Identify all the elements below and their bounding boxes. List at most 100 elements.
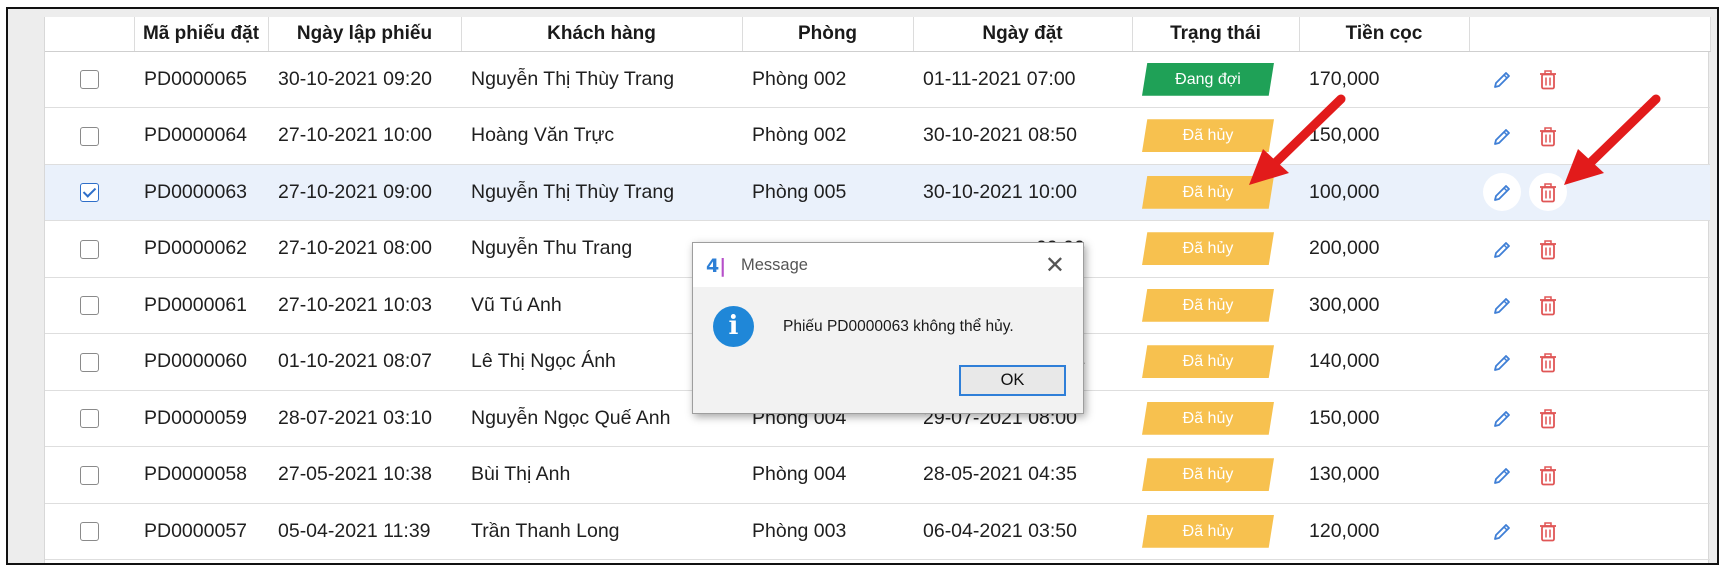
status-badge: Đã hủy: [1142, 288, 1274, 322]
actions-cell: [1469, 277, 1710, 334]
header-select: [45, 17, 135, 52]
trash-icon[interactable]: [1529, 230, 1567, 268]
trash-icon[interactable]: [1529, 456, 1567, 494]
trash-icon[interactable]: [1529, 399, 1567, 437]
status-cell: Đã hủy: [1132, 333, 1299, 391]
booking-id-cell: PD0000065: [134, 51, 268, 108]
trash-icon[interactable]: [1529, 286, 1567, 324]
deposit-cell: 140,000: [1299, 333, 1469, 391]
deposit-cell: 120,000: [1299, 503, 1469, 560]
row-checkbox[interactable]: [80, 409, 99, 429]
created-date-cell: 27-05-2021 10:38: [268, 446, 461, 504]
created-date-cell: 27-10-2021 09:00: [268, 164, 461, 221]
row-select-cell: [45, 503, 134, 560]
deposit-cell: 200,000: [1299, 220, 1469, 278]
booking-date-cell: 28-05-2021 04:35: [913, 446, 1132, 504]
status-cell: Đã hủy: [1132, 390, 1299, 447]
booking-id-cell: PD0000060: [134, 333, 268, 391]
created-date-cell: 27-10-2021 10:00: [268, 107, 461, 165]
status-cell: Đã hủy: [1132, 446, 1299, 504]
status-badge: Đã hủy: [1142, 232, 1274, 266]
table-row[interactable]: PD0000058 27-05-2021 10:38 Bùi Thị Anh Phòn…: [45, 446, 1710, 504]
row-select-cell: [45, 446, 134, 504]
actions-cell: [1469, 333, 1710, 391]
row-select-cell: [45, 51, 134, 108]
row-checkbox[interactable]: [80, 352, 99, 372]
room-cell: Phòng 005: [742, 164, 913, 221]
header-booking-id[interactable]: Mã phiếu đặt: [134, 17, 269, 52]
row-select-cell: [45, 333, 134, 391]
booking-id-cell: PD0000064: [134, 107, 268, 165]
trash-icon[interactable]: [1529, 512, 1567, 550]
ok-button[interactable]: OK: [959, 365, 1066, 396]
row-select-cell: [45, 220, 134, 278]
room-cell: Phòng 002: [742, 107, 913, 165]
header-room[interactable]: Phòng: [742, 17, 914, 52]
customer-cell: Bùi Thị Anh: [461, 446, 742, 504]
booking-id-cell: PD0000062: [134, 220, 268, 278]
row-checkbox[interactable]: [80, 70, 99, 90]
booking-id-cell: PD0000059: [134, 390, 268, 447]
booking-date-cell: 01-11-2021 07:00: [913, 51, 1132, 108]
actions-cell: [1469, 503, 1710, 560]
header-actions: [1469, 17, 1711, 52]
row-select-cell: [45, 107, 134, 165]
row-checkbox[interactable]: [80, 126, 99, 146]
table-row[interactable]: PD0000057 05-04-2021 11:39 Trần Thanh Long…: [45, 503, 1710, 560]
header-created-date[interactable]: Ngày lập phiếu: [268, 17, 462, 52]
created-date-cell: 28-07-2021 03:10: [268, 390, 461, 447]
status-badge: Đang đợi: [1142, 62, 1274, 96]
info-icon: i: [713, 306, 754, 347]
app-window: Mã phiếu đặt Ngày lập phiếu Khách hàng P…: [6, 7, 1719, 565]
pencil-icon[interactable]: [1483, 286, 1521, 324]
table-row[interactable]: PD0000064 27-10-2021 10:00 Hoàng Văn Trực P…: [45, 107, 1710, 165]
status-cell: Đã hủy: [1132, 220, 1299, 278]
dialog-message: Phiếu PD0000063 không thể hủy.: [783, 318, 1014, 335]
pencil-icon[interactable]: [1483, 456, 1521, 494]
header-booking-date[interactable]: Ngày đặt: [913, 17, 1133, 52]
pencil-icon[interactable]: [1483, 343, 1521, 381]
pencil-icon[interactable]: [1483, 512, 1521, 550]
row-checkbox[interactable]: [80, 522, 99, 542]
pencil-icon[interactable]: [1483, 230, 1521, 268]
booking-id-cell: PD0000058: [134, 446, 268, 504]
pencil-icon[interactable]: [1483, 399, 1521, 437]
customer-cell: Nguyễn Thị Thùy Trang: [461, 164, 742, 221]
row-select-cell: [45, 277, 134, 334]
header-status[interactable]: Trạng thái: [1132, 17, 1300, 52]
pencil-icon[interactable]: [1483, 60, 1521, 98]
red-arrow-icon: [1249, 94, 1346, 185]
table-row[interactable]: PD0000065 30-10-2021 09:20 Nguyễn Thị Thùy…: [45, 51, 1710, 108]
row-select-cell: [45, 390, 134, 447]
actions-cell: [1469, 390, 1710, 447]
created-date-cell: 30-10-2021 09:20: [268, 51, 461, 108]
row-checkbox[interactable]: [80, 183, 99, 203]
status-badge: Đã hủy: [1142, 401, 1274, 435]
header-deposit[interactable]: Tiền cọc: [1299, 17, 1470, 52]
header-customer[interactable]: Khách hàng: [461, 17, 743, 52]
created-date-cell: 01-10-2021 08:07: [268, 333, 461, 391]
pencil-icon[interactable]: [1483, 173, 1521, 212]
row-checkbox[interactable]: [80, 465, 99, 485]
trash-icon[interactable]: [1529, 343, 1567, 381]
red-arrow-icon: [1564, 94, 1661, 185]
created-date-cell: 27-10-2021 10:03: [268, 277, 461, 334]
pencil-icon[interactable]: [1483, 117, 1521, 155]
customer-cell: Nguyễn Thị Thùy Trang: [461, 51, 742, 108]
row-select-cell: [45, 164, 134, 221]
row-checkbox[interactable]: [80, 239, 99, 259]
booking-id-cell: PD0000057: [134, 503, 268, 560]
close-icon[interactable]: ✕: [1045, 251, 1065, 279]
table-header: Mã phiếu đặt Ngày lập phiếu Khách hàng P…: [45, 17, 1711, 52]
dialog-body: i Phiếu PD0000063 không thể hủy. OK: [693, 287, 1083, 415]
row-checkbox[interactable]: [80, 296, 99, 316]
dialog-title: Message: [741, 256, 808, 274]
created-date-cell: 27-10-2021 08:00: [268, 220, 461, 278]
table-row[interactable]: PD0000063 27-10-2021 09:00 Nguyễn Thị Thùy…: [45, 164, 1710, 221]
status-cell: Đã hủy: [1132, 277, 1299, 334]
status-badge: Đã hủy: [1142, 345, 1274, 379]
deposit-cell: 150,000: [1299, 390, 1469, 447]
deposit-cell: 130,000: [1299, 446, 1469, 504]
booking-date-cell: 30-10-2021 10:00: [913, 164, 1132, 221]
booking-id-cell: PD0000061: [134, 277, 268, 334]
